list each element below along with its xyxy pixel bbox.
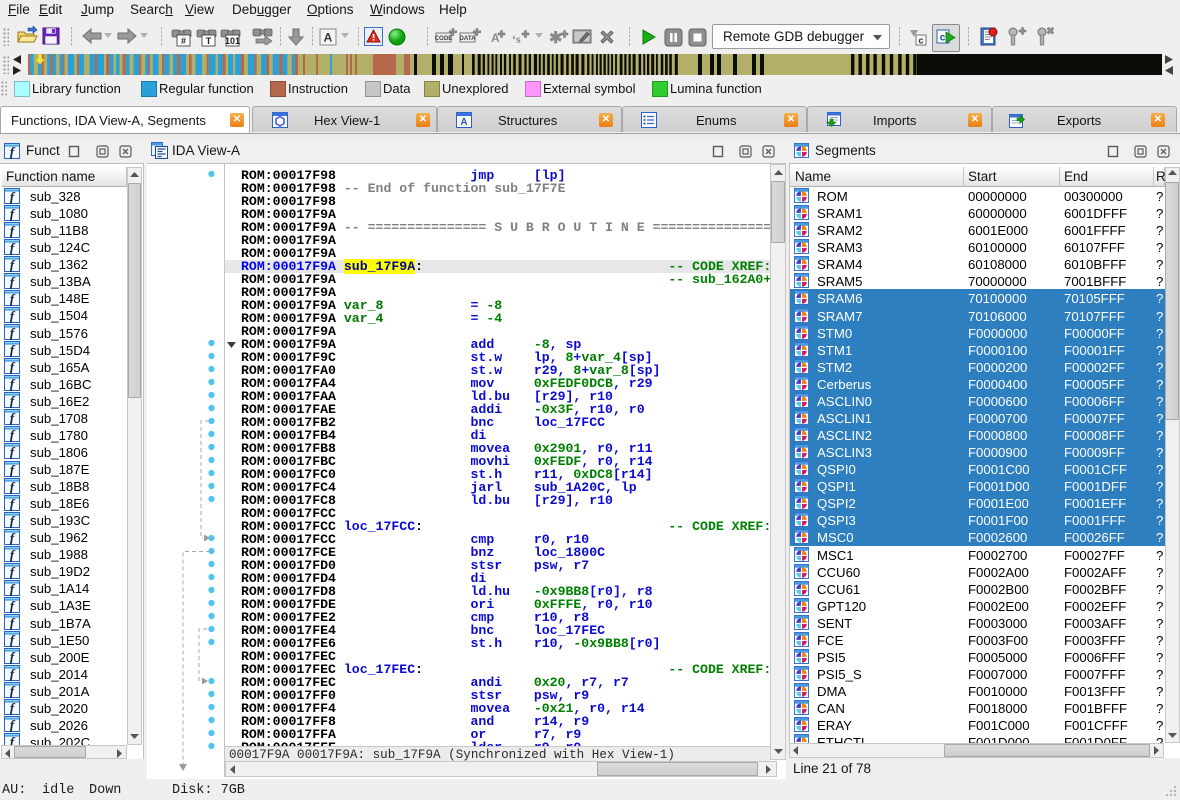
svg-text:DATA: DATA	[459, 35, 476, 42]
svg-text:101: 101	[225, 36, 240, 46]
svg-text:CODE: CODE	[435, 35, 452, 42]
svg-text:A: A	[460, 117, 467, 128]
svg-text:T: T	[206, 36, 212, 46]
svg-text:#: #	[181, 36, 186, 46]
svg-text:‘s: ‘s	[512, 32, 521, 46]
svg-text:c: c	[918, 36, 923, 46]
svg-text:c: c	[940, 33, 946, 44]
svg-text:A: A	[324, 31, 333, 45]
svg-text:✱: ✱	[549, 30, 562, 47]
